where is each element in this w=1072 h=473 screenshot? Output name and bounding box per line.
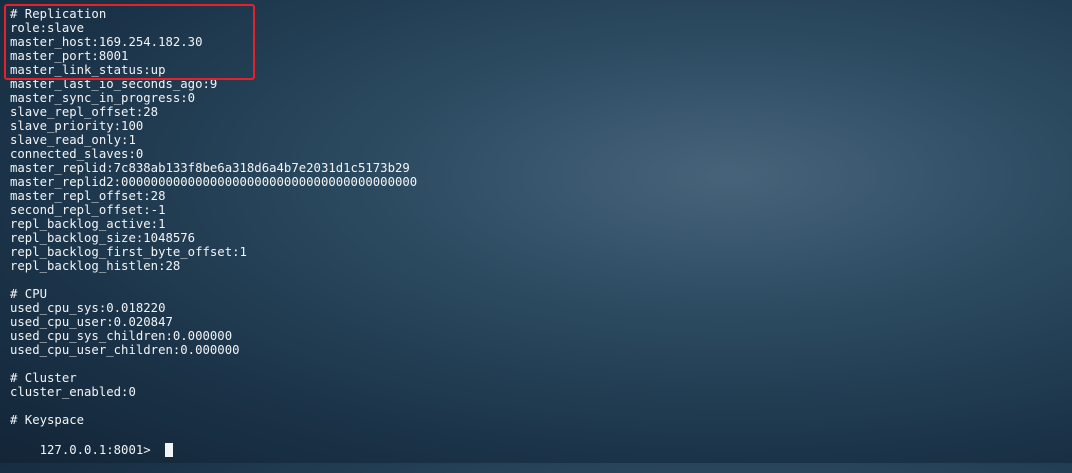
highlight-annotation-box — [4, 4, 255, 80]
section-header-cpu: # CPU — [10, 287, 48, 301]
output-line-second-repl-offset: second_repl_offset:-1 — [10, 203, 166, 217]
output-line-master-sync: master_sync_in_progress:0 — [10, 91, 196, 105]
output-line-used-cpu-sys: used_cpu_sys:0.018220 — [10, 301, 166, 315]
output-line-repl-backlog-histlen: repl_backlog_histlen:28 — [10, 259, 181, 273]
output-line-slave-repl-offset: slave_repl_offset:28 — [10, 105, 159, 119]
section-header-keyspace: # Keyspace — [10, 413, 85, 427]
text-cursor — [164, 443, 173, 457]
prompt-text: 127.0.0.1:8001> — [39, 443, 151, 457]
terminal-window[interactable]: # Replication role:slave master_host:169… — [0, 0, 1072, 463]
command-prompt[interactable]: 127.0.0.1:8001> — [10, 428, 173, 457]
output-line-cluster-enabled: cluster_enabled:0 — [10, 385, 136, 399]
output-line-used-cpu-sys-children: used_cpu_sys_children:0.000000 — [10, 329, 233, 343]
output-line-slave-read-only: slave_read_only:1 — [10, 133, 136, 147]
output-line-master-repl-offset: master_repl_offset:28 — [10, 189, 166, 203]
output-line-used-cpu-user-children: used_cpu_user_children:0.000000 — [10, 343, 240, 357]
output-line-master-replid2: master_replid2:0000000000000000000000000… — [10, 175, 418, 189]
output-line-used-cpu-user: used_cpu_user:0.020847 — [10, 315, 173, 329]
output-line-slave-priority: slave_priority:100 — [10, 119, 144, 133]
section-header-cluster: # Cluster — [10, 371, 77, 385]
output-line-repl-backlog-size: repl_backlog_size:1048576 — [10, 231, 196, 245]
output-line-repl-backlog-active: repl_backlog_active:1 — [10, 217, 166, 231]
output-line-connected-slaves: connected_slaves:0 — [10, 147, 144, 161]
output-line-master-replid: master_replid:7c838ab133f8be6a318d6a4b7e… — [10, 161, 410, 175]
output-line-repl-backlog-first-byte: repl_backlog_first_byte_offset:1 — [10, 245, 247, 259]
